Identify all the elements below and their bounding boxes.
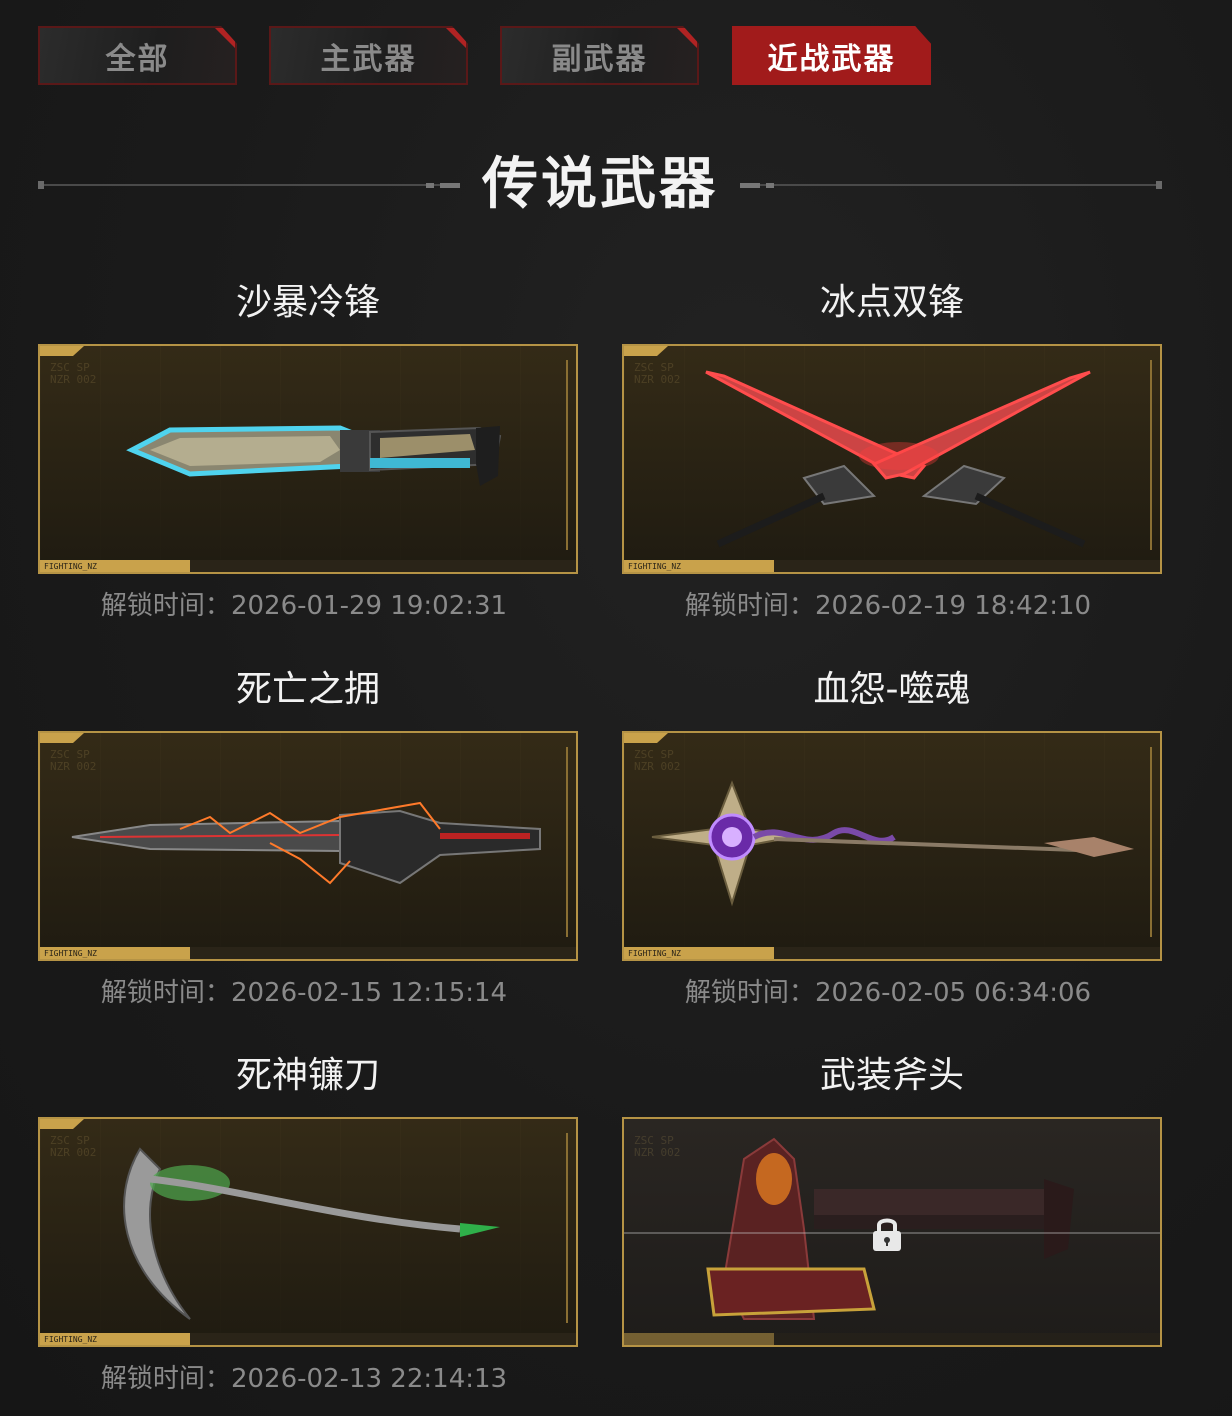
unlock-label: 解锁时间： — [100, 978, 231, 1008]
unlock-time: 解锁时间：2026-02-15 12:15:14 — [38, 973, 578, 1013]
unlock-time: 解锁时间：2026-02-13 22:14:13 — [38, 1359, 578, 1399]
scythe-icon — [123, 1147, 500, 1320]
soul-spear-icon — [651, 780, 1134, 907]
section-title: 传说武器 — [482, 152, 718, 217]
frame-strip — [624, 560, 1160, 572]
great-sword-icon — [71, 801, 541, 885]
weapon-card[interactable]: ZSC SP NZR 002 FIGHTING_NZ — [38, 731, 578, 961]
category-tabs: 全部 主武器 副武器 近战武器 — [38, 26, 938, 85]
weapon-item-locked: 武装斧头 ZSC SP NZR 002 — [622, 1053, 1162, 1347]
weapon-item: 血怨-噬魂 ZSC SP NZR 002 FIGHTING_NZ 解锁时间：202… — [622, 667, 1162, 1013]
weapon-item: 沙暴冷锋 ZSC SP NZR 002 FIGHTING_NZ 解锁时间：2026… — [38, 280, 578, 626]
weapon-name: 死神镰刀 — [235, 1055, 380, 1096]
unlock-label: 解锁时间： — [684, 978, 815, 1008]
combat-knife-icon — [126, 425, 502, 486]
frame-code: FIGHTING_NZ — [44, 949, 97, 958]
weapon-card[interactable]: ZSC SP NZR 002 FIGHTING_NZ — [622, 344, 1162, 574]
unlock-value: 2026-02-13 22:14:13 — [230, 1364, 508, 1394]
tab-all[interactable]: 全部 — [38, 26, 237, 85]
weapon-item: 死亡之拥 ZSC SP NZR 002 FIGHTING_NZ 解锁时间：2026… — [38, 667, 578, 1013]
frame-code: FIGHTING_NZ — [628, 949, 681, 958]
weapon-item: 死神镰刀 ZSC SP NZR 002 FIGHTING_NZ 解锁时间：2026… — [38, 1053, 578, 1399]
weapon-name: 血怨-噬魂 — [813, 669, 971, 710]
unlock-label: 解锁时间： — [100, 591, 231, 621]
weapon-name: 冰点双锋 — [819, 282, 964, 323]
lock-icon — [873, 1218, 901, 1251]
unlock-value: 2026-02-19 18:42:10 — [814, 591, 1092, 621]
unlock-value: 2026-02-15 12:15:14 — [230, 978, 508, 1008]
unlock-label: 解锁时间： — [684, 591, 815, 621]
frame-code: FIGHTING_NZ — [44, 1335, 97, 1344]
unlock-value: 2026-01-29 19:02:31 — [230, 591, 508, 621]
frame-strip — [40, 1333, 576, 1345]
unlock-value: 2026-02-05 06:34:06 — [814, 978, 1092, 1008]
crossed-blades-icon — [705, 370, 1091, 548]
frame-strip — [40, 947, 576, 959]
weapon-name: 武装斧头 — [819, 1055, 964, 1096]
frame-strip — [624, 947, 1160, 959]
weapon-card[interactable]: ZSC SP NZR 002 FIGHTING_NZ — [622, 731, 1162, 961]
weapon-card[interactable]: ZSC SP NZR 002 FIGHTING_NZ — [38, 1117, 578, 1347]
tab-melee-weapon[interactable]: 近战武器 — [732, 26, 931, 85]
weapon-card[interactable]: ZSC SP NZR 002 — [622, 1117, 1162, 1347]
frame-strip — [40, 560, 576, 572]
weapon-name: 沙暴冷锋 — [235, 282, 380, 323]
tab-secondary-weapon[interactable]: 副武器 — [500, 26, 699, 85]
section-header: 传说武器 — [38, 150, 1162, 220]
weapon-item: 冰点双锋 ZSC SP NZR 002 FIGHTING_NZ 解锁时间：2026… — [622, 280, 1162, 626]
unlock-label: 解锁时间： — [100, 1364, 231, 1394]
unlock-time: 解锁时间：2026-01-29 19:02:31 — [38, 586, 578, 626]
frame-code: FIGHTING_NZ — [44, 562, 97, 571]
weapon-card[interactable]: ZSC SP NZR 002 FIGHTING_NZ — [38, 344, 578, 574]
unlock-time: 解锁时间：2026-02-19 18:42:10 — [622, 586, 1162, 626]
frame-code: FIGHTING_NZ — [628, 562, 681, 571]
unlock-time: 解锁时间：2026-02-05 06:34:06 — [622, 973, 1162, 1013]
frame-strip — [624, 1333, 1160, 1345]
tab-primary-weapon[interactable]: 主武器 — [269, 26, 468, 85]
weapon-name: 死亡之拥 — [235, 669, 380, 710]
